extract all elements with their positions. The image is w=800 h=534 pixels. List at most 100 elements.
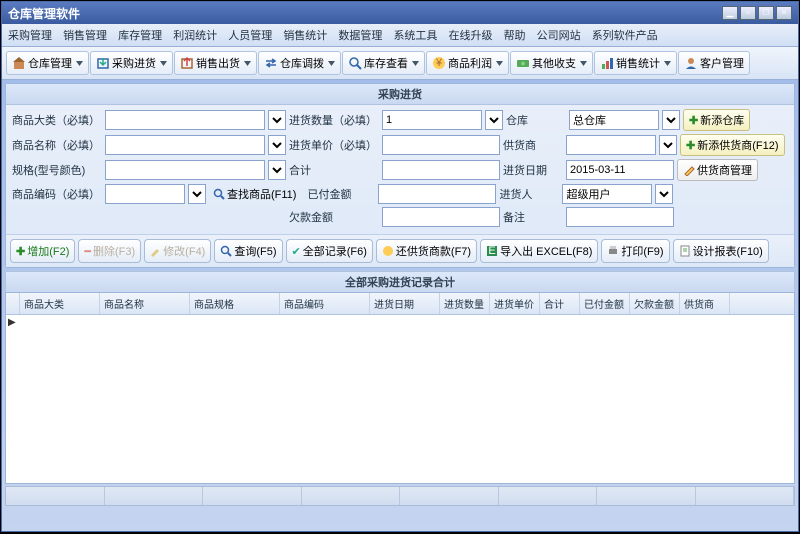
date-input[interactable] bbox=[566, 160, 674, 180]
person-combo[interactable] bbox=[655, 184, 673, 204]
chevron-down-icon bbox=[664, 60, 671, 67]
chevron-down-icon bbox=[244, 60, 251, 67]
report-icon bbox=[679, 245, 691, 257]
col-header[interactable]: 供货商 bbox=[680, 293, 730, 314]
close-button[interactable]: × bbox=[776, 6, 792, 20]
category-input[interactable] bbox=[105, 110, 265, 130]
tb-customer[interactable]: 客户管理 bbox=[678, 51, 750, 75]
col-header[interactable]: 进货单价 bbox=[490, 293, 540, 314]
add-supplier-button[interactable]: ✚新添供货商(F12) bbox=[680, 134, 785, 156]
print-icon bbox=[607, 245, 619, 257]
tb-sales-stat[interactable]: 销售统计 bbox=[594, 51, 677, 75]
tb-sales-out[interactable]: 销售出货 bbox=[174, 51, 257, 75]
col-header[interactable]: 合计 bbox=[540, 293, 580, 314]
qty-combo[interactable] bbox=[485, 110, 503, 130]
delete-button[interactable]: ━删除(F3) bbox=[78, 239, 141, 263]
query-button[interactable]: 查询(F5) bbox=[214, 239, 282, 263]
plus-icon: ✚ bbox=[16, 245, 25, 258]
window-title: 仓库管理软件 bbox=[8, 5, 80, 22]
remark-input[interactable] bbox=[566, 207, 674, 227]
maximize-button[interactable]: □ bbox=[758, 6, 774, 20]
design-report-button[interactable]: 设计报表(F10) bbox=[673, 239, 769, 263]
col-header[interactable]: 已付金额 bbox=[580, 293, 630, 314]
menu-item[interactable]: 利润统计 bbox=[173, 30, 217, 42]
export-button[interactable]: E导入出 EXCEL(F8) bbox=[480, 239, 598, 263]
tb-transfer[interactable]: 仓库调拨 bbox=[258, 51, 341, 75]
menu-item[interactable]: 库存管理 bbox=[118, 30, 162, 42]
qty-input[interactable] bbox=[382, 110, 482, 130]
menu-item[interactable]: 数据管理 bbox=[338, 30, 382, 42]
chevron-down-icon bbox=[328, 60, 335, 67]
svg-text:¥: ¥ bbox=[435, 57, 443, 69]
person-label: 进货人 bbox=[499, 186, 559, 202]
profit-icon: ¥ bbox=[432, 56, 446, 70]
chevron-down-icon bbox=[76, 60, 83, 67]
menu-item[interactable]: 销售统计 bbox=[283, 30, 327, 42]
paid-label: 已付金额 bbox=[307, 186, 375, 202]
spec-combo[interactable] bbox=[268, 160, 286, 180]
qty-label: 进货数量（必填） bbox=[289, 112, 379, 128]
col-header[interactable]: 商品编码 bbox=[280, 293, 370, 314]
total-input[interactable] bbox=[382, 160, 500, 180]
search-product-button[interactable]: 查找商品(F11) bbox=[209, 185, 300, 203]
menu-item[interactable]: 人员管理 bbox=[228, 30, 272, 42]
tb-purchase-in[interactable]: 采购进货 bbox=[90, 51, 173, 75]
col-header[interactable]: 商品规格 bbox=[190, 293, 280, 314]
code-label: 商品编码（必填） bbox=[12, 186, 102, 202]
menu-item[interactable]: 销售管理 bbox=[63, 30, 107, 42]
data-grid[interactable]: 商品大类 商品名称 商品规格 商品编码 进货日期 进货数量 进货单价 合计 已付… bbox=[5, 292, 795, 484]
col-header[interactable]: 欠款金额 bbox=[630, 293, 680, 314]
col-header[interactable]: 商品名称 bbox=[100, 293, 190, 314]
owed-input[interactable] bbox=[382, 207, 500, 227]
add-button[interactable]: ✚增加(F2) bbox=[10, 239, 75, 263]
price-input[interactable] bbox=[382, 135, 500, 155]
code-input[interactable] bbox=[105, 184, 185, 204]
col-header[interactable]: 进货日期 bbox=[370, 293, 440, 314]
form-area: 商品大类（必填） 进货数量（必填） 仓库 ✚新添仓库 商品名称（必填） 进货单价… bbox=[6, 105, 794, 234]
tb-stock-view[interactable]: 库存查看 bbox=[342, 51, 425, 75]
menu-item[interactable]: 公司网站 bbox=[537, 30, 581, 42]
all-records-button[interactable]: ✔全部记录(F6) bbox=[286, 239, 373, 263]
grid-body[interactable]: ▶ bbox=[6, 315, 794, 483]
restore-button[interactable]: ▫ bbox=[740, 6, 756, 20]
spec-label: 规格(型号颜色) bbox=[12, 162, 102, 178]
code-combo[interactable] bbox=[188, 184, 206, 204]
menu-item[interactable]: 帮助 bbox=[504, 30, 526, 42]
supplier-combo[interactable] bbox=[659, 135, 677, 155]
supplier-input[interactable] bbox=[566, 135, 656, 155]
menu-item[interactable]: 采购管理 bbox=[8, 30, 52, 42]
col-header[interactable]: 商品大类 bbox=[20, 293, 100, 314]
name-label: 商品名称（必填） bbox=[12, 137, 102, 153]
money-icon bbox=[516, 56, 530, 70]
warehouse-input[interactable] bbox=[569, 110, 659, 130]
person-input[interactable] bbox=[562, 184, 652, 204]
warehouse-combo[interactable] bbox=[662, 110, 680, 130]
menu-item[interactable]: 系统工具 bbox=[393, 30, 437, 42]
view-icon bbox=[348, 56, 362, 70]
paid-input[interactable] bbox=[378, 184, 496, 204]
tb-other-money[interactable]: 其他收支 bbox=[510, 51, 593, 75]
tb-warehouse-mgmt[interactable]: 仓库管理 bbox=[6, 51, 89, 75]
in-icon bbox=[96, 56, 110, 70]
menubar: 采购管理 销售管理 库存管理 利润统计 人员管理 销售统计 数据管理 系统工具 … bbox=[2, 24, 798, 47]
name-combo[interactable] bbox=[268, 135, 286, 155]
pencil-icon bbox=[150, 246, 161, 257]
add-warehouse-button[interactable]: ✚新添仓库 bbox=[683, 109, 750, 131]
category-combo[interactable] bbox=[268, 110, 286, 130]
toolbar: 仓库管理 采购进货 销售出货 仓库调拨 库存查看 ¥商品利润 其他收支 销售统计… bbox=[2, 47, 798, 80]
menu-item[interactable]: 系列软件产品 bbox=[592, 30, 658, 42]
repay-button[interactable]: 还供货商款(F7) bbox=[376, 239, 477, 263]
spec-input[interactable] bbox=[105, 160, 265, 180]
home-icon bbox=[12, 56, 26, 70]
print-button[interactable]: 打印(F9) bbox=[601, 239, 669, 263]
pencil-icon bbox=[683, 164, 695, 176]
grid-header: 商品大类 商品名称 商品规格 商品编码 进货日期 进货数量 进货单价 合计 已付… bbox=[6, 293, 794, 315]
menu-item[interactable]: 在线升级 bbox=[449, 30, 493, 42]
minimize-button[interactable]: ▁ bbox=[722, 6, 738, 20]
row-selector-col bbox=[6, 293, 20, 314]
name-input[interactable] bbox=[105, 135, 265, 155]
supplier-mgmt-button[interactable]: 供货商管理 bbox=[677, 159, 758, 181]
tb-profit[interactable]: ¥商品利润 bbox=[426, 51, 509, 75]
edit-button[interactable]: 修改(F4) bbox=[144, 239, 211, 263]
col-header[interactable]: 进货数量 bbox=[440, 293, 490, 314]
